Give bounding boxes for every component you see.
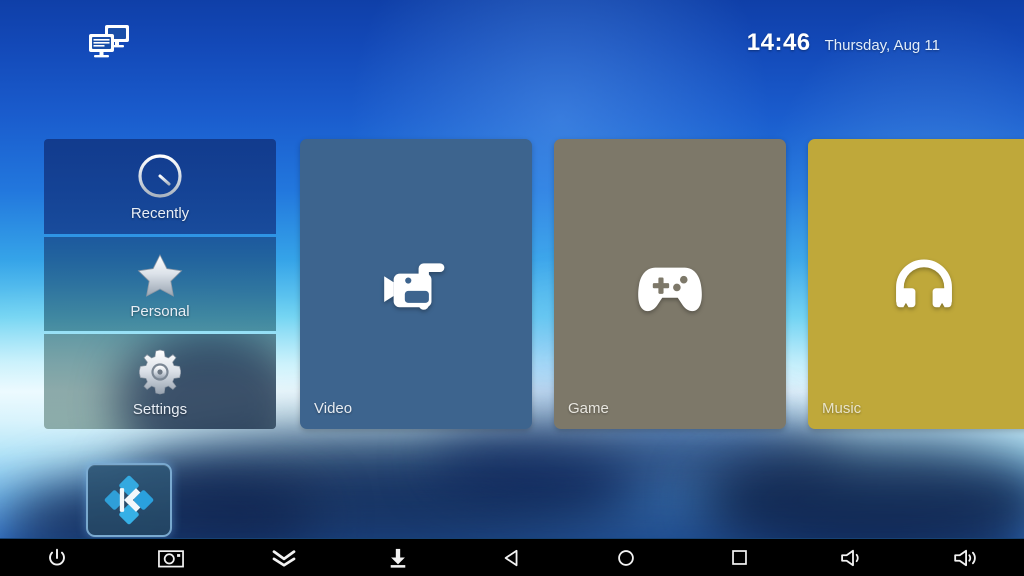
nav-button-recents[interactable] [683, 539, 797, 576]
camera-icon [157, 548, 184, 568]
back-triangle-icon [502, 548, 522, 568]
volume-down-icon [840, 548, 866, 568]
kodi-logo-icon [102, 473, 156, 527]
clock-time: 14:46 [746, 29, 811, 56]
nav-button-power[interactable] [0, 539, 114, 576]
tile-row: Recently Personal Settings Video Game Mu… [0, 139, 1024, 429]
recents-square-icon [730, 548, 749, 567]
volume-up-icon [953, 548, 981, 568]
nav-button-back[interactable] [455, 539, 569, 576]
sidebar-item-personal[interactable]: Personal [44, 236, 276, 332]
nav-button-volume-down[interactable] [796, 539, 910, 576]
clock-date: Thursday, Aug 11 [824, 37, 940, 54]
tile-game[interactable]: Game [554, 139, 786, 429]
star-icon [134, 248, 186, 300]
screen-mirror-icon[interactable] [88, 24, 130, 58]
nav-button-collapse[interactable] [228, 539, 342, 576]
headphones-icon [881, 241, 967, 327]
clock-icon [134, 150, 186, 202]
tile-video[interactable]: Video [300, 139, 532, 429]
double-chevron-down-icon [271, 548, 297, 568]
gear-icon [134, 346, 186, 398]
launcher-screen: 14:46 Thursday, Aug 11 Recently Personal… [0, 0, 1024, 576]
app-dock [0, 460, 1024, 540]
tile-label: Music [822, 400, 862, 417]
home-circle-icon [616, 548, 636, 568]
tile-label: Game [568, 400, 609, 417]
sidebar-item-label: Recently [130, 205, 190, 223]
gamepad-icon [627, 241, 713, 327]
category-sidebar: Recently Personal Settings [44, 139, 276, 429]
nav-button-home[interactable] [569, 539, 683, 576]
download-icon [388, 547, 408, 569]
nav-button-download[interactable] [341, 539, 455, 576]
system-navigation-bar [0, 538, 1024, 576]
power-icon [46, 547, 68, 569]
nav-button-screenshot[interactable] [114, 539, 228, 576]
tile-label: Video [314, 400, 353, 417]
sidebar-item-recently[interactable]: Recently [44, 139, 276, 234]
sidebar-item-settings[interactable]: Settings [44, 334, 276, 429]
video-camera-icon [373, 241, 459, 327]
status-bar: 14:46 Thursday, Aug 11 [0, 0, 1024, 78]
clock-and-date: 14:46 Thursday, Aug 11 [747, 29, 940, 57]
sidebar-item-label: Personal [130, 303, 190, 320]
nav-button-volume-up[interactable] [910, 539, 1024, 576]
app-shortcut-kodi[interactable] [86, 463, 172, 537]
tile-music[interactable]: Music [808, 139, 1024, 429]
sidebar-item-label: Settings [132, 400, 188, 418]
